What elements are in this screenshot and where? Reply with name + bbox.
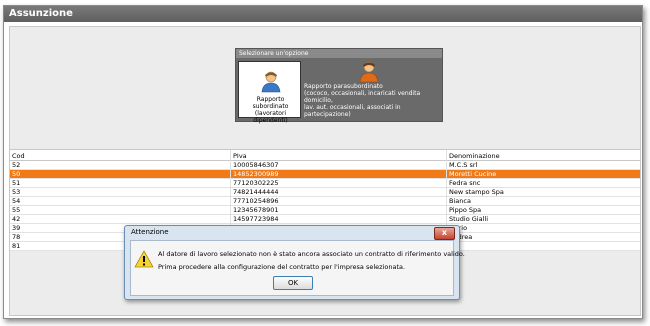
- option2-label-line2: (cococo, occasionali, incaricati vendita…: [304, 90, 421, 104]
- cell-denominazione: Bianca: [446, 197, 641, 206]
- cell-denominazione: Moretti Cucine: [446, 170, 641, 179]
- cell-cod: 54: [12, 197, 21, 205]
- table-row[interactable]: 52 10005846307 M.C.S srl: [10, 161, 640, 170]
- table-row[interactable]: 42 14597723984 Studio Gialli: [10, 215, 640, 224]
- table-row[interactable]: 51 77120302225 Fedra snc: [10, 179, 640, 188]
- table-row[interactable]: 50 14852300989 Moretti Cucine: [10, 170, 640, 179]
- table-row[interactable]: 53 74821444444 New stampo Spa: [10, 188, 640, 197]
- option-panel: Selezionare un'opzione Rapporto subordin…: [235, 48, 443, 124]
- cell-denominazione: Fedra snc: [446, 179, 641, 188]
- ok-button[interactable]: OK: [273, 276, 313, 290]
- warning-icon: [134, 250, 154, 268]
- window-title: Assunzione: [9, 8, 73, 19]
- table-row[interactable]: 54 77710254896 Bianca: [10, 197, 640, 206]
- cell-piva: 77710254896: [230, 197, 443, 206]
- option-panel-header: Selezionare un'opzione: [236, 49, 442, 58]
- cell-cod: 42: [12, 215, 21, 223]
- option2-label-line1: Rapporto parasubordinato: [304, 83, 383, 90]
- user-orange-icon: [359, 61, 379, 83]
- dialog-message-line1: Al datore di lavoro selezionato non è st…: [158, 250, 465, 258]
- cell-cod: 50: [12, 170, 21, 178]
- cell-cod: 53: [12, 188, 21, 196]
- option1-label-line1: Rapporto subordinato: [252, 96, 289, 110]
- cell-cod: 51: [12, 179, 21, 187]
- cell-denominazione: Mario: [446, 224, 641, 233]
- cell-cod: 52: [12, 161, 21, 169]
- cell-piva: 14597723984: [230, 215, 443, 224]
- user-blue-icon: [261, 71, 281, 93]
- cell-piva: 74821444444: [230, 188, 443, 197]
- cell-cod: 55: [12, 206, 21, 214]
- dialog-body: Al datore di lavoro selezionato non è st…: [130, 240, 465, 296]
- cell-denominazione: Pippo Spa: [446, 206, 641, 215]
- cell-piva: 10005846307: [230, 161, 443, 170]
- warning-dialog: Attenzione x Al datore di lavoro selezio…: [124, 225, 465, 300]
- option-rapporto-parasubordinato[interactable]: Rapporto parasubordinato (cococo, occasi…: [304, 61, 440, 118]
- cell-denominazione: e: [446, 242, 641, 251]
- option1-label-line2: (lavoratori dipendenti): [253, 110, 288, 124]
- table-header: Cod PIva Denominazione: [10, 149, 640, 162]
- dialog-close-button[interactable]: x: [434, 227, 455, 240]
- cell-denominazione: Studio Gialli: [446, 215, 641, 224]
- window-titlebar: Assunzione: [4, 6, 642, 22]
- option2-label-line3: lav. aut. occasionali, associati in part…: [304, 104, 401, 118]
- table-row[interactable]: 55 12345678901 Pippo Spa: [10, 206, 640, 215]
- cell-denominazione: New stampo Spa: [446, 188, 641, 197]
- cell-piva: 12345678901: [230, 206, 443, 215]
- dialog-title: Attenzione: [131, 228, 169, 236]
- dialog-message-line2: Prima procedere alla configurazione del …: [158, 263, 406, 271]
- cell-denominazione: M.C.S srl: [446, 161, 641, 170]
- option-rapporto-subordinato[interactable]: Rapporto subordinato (lavoratori dipende…: [238, 61, 301, 124]
- cell-piva: 14852300989: [230, 170, 443, 179]
- cell-denominazione: Andrea: [446, 233, 641, 242]
- cell-piva: 77120302225: [230, 179, 443, 188]
